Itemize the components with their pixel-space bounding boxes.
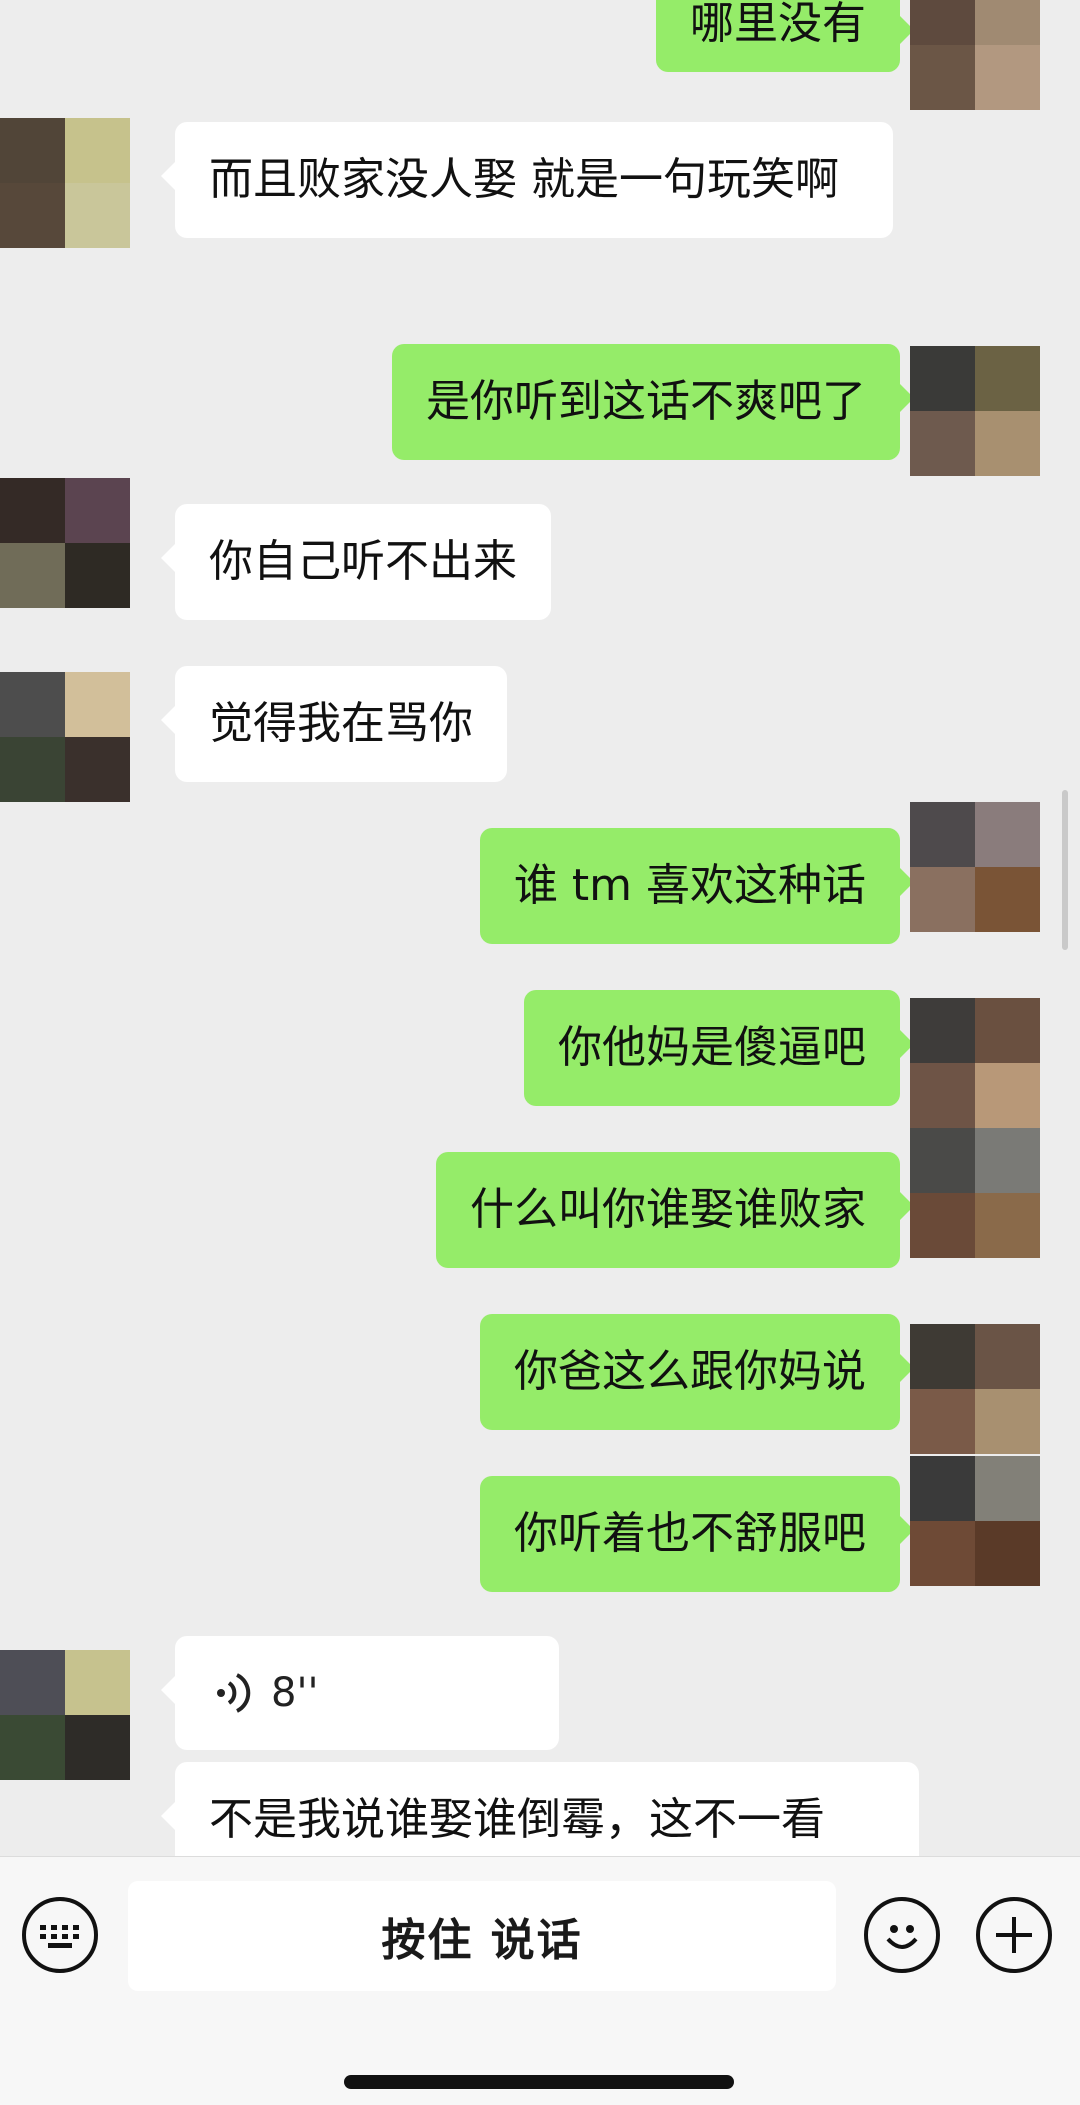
avatar[interactable] (910, 1128, 1040, 1258)
plus-icon (996, 1917, 1032, 1953)
chat-area[interactable]: 哪里没有 而且败家没人娶 就是一句玩笑啊 是你听到这话不爽吧了 你自己听不出来 … (0, 0, 1080, 1856)
keyboard-toggle-button[interactable] (22, 1897, 98, 1973)
avatar[interactable] (0, 478, 130, 608)
emoji-button[interactable] (864, 1897, 940, 1973)
voice-wave-icon (217, 1673, 251, 1713)
message-bubble-incoming[interactable]: 而且败家没人娶 就是一句玩笑啊 (161, 122, 893, 238)
message-bubble-outgoing[interactable]: 什么叫你谁娶谁败家 (436, 1152, 914, 1268)
avatar[interactable] (0, 672, 130, 802)
home-indicator[interactable] (344, 2075, 734, 2089)
more-button[interactable] (976, 1897, 1052, 1973)
message-bubble-outgoing[interactable]: 哪里没有 (656, 0, 914, 72)
message-bubble-outgoing[interactable]: 谁 tm 喜欢这种话 (479, 828, 915, 944)
voice-message[interactable]: 8'' (161, 1636, 559, 1750)
avatar[interactable] (910, 1324, 1040, 1454)
message-bubble-incoming[interactable]: 你自己听不出来 (161, 504, 551, 620)
message-bubble-outgoing[interactable]: 是你听到这话不爽吧了 (392, 344, 914, 460)
avatar[interactable] (0, 1650, 130, 1780)
avatar[interactable] (0, 118, 130, 248)
avatar[interactable] (910, 998, 1040, 1128)
message-bubble-incoming[interactable]: 不是我说谁娶谁倒霉，这不一看 (161, 1762, 919, 1856)
avatar[interactable] (910, 1456, 1040, 1586)
scrollbar[interactable] (1062, 790, 1068, 950)
message-bubble-outgoing[interactable]: 你听着也不舒服吧 (480, 1476, 914, 1592)
keyboard-icon (40, 1925, 79, 1948)
message-bubble-outgoing[interactable]: 你爸这么跟你妈说 (480, 1314, 914, 1430)
hold-to-talk-button[interactable]: 按住 说话 (128, 1881, 836, 1991)
avatar[interactable] (910, 346, 1040, 476)
avatar[interactable] (910, 802, 1040, 932)
avatar[interactable] (910, 0, 1040, 110)
voice-duration: 8'' (271, 1670, 319, 1716)
message-bubble-outgoing[interactable]: 你他妈是傻逼吧 (524, 990, 914, 1106)
input-bar: 按住 说话 (0, 1856, 1080, 2105)
message-bubble-incoming[interactable]: 觉得我在骂你 (161, 666, 507, 782)
emoji-icon (886, 1925, 918, 1949)
